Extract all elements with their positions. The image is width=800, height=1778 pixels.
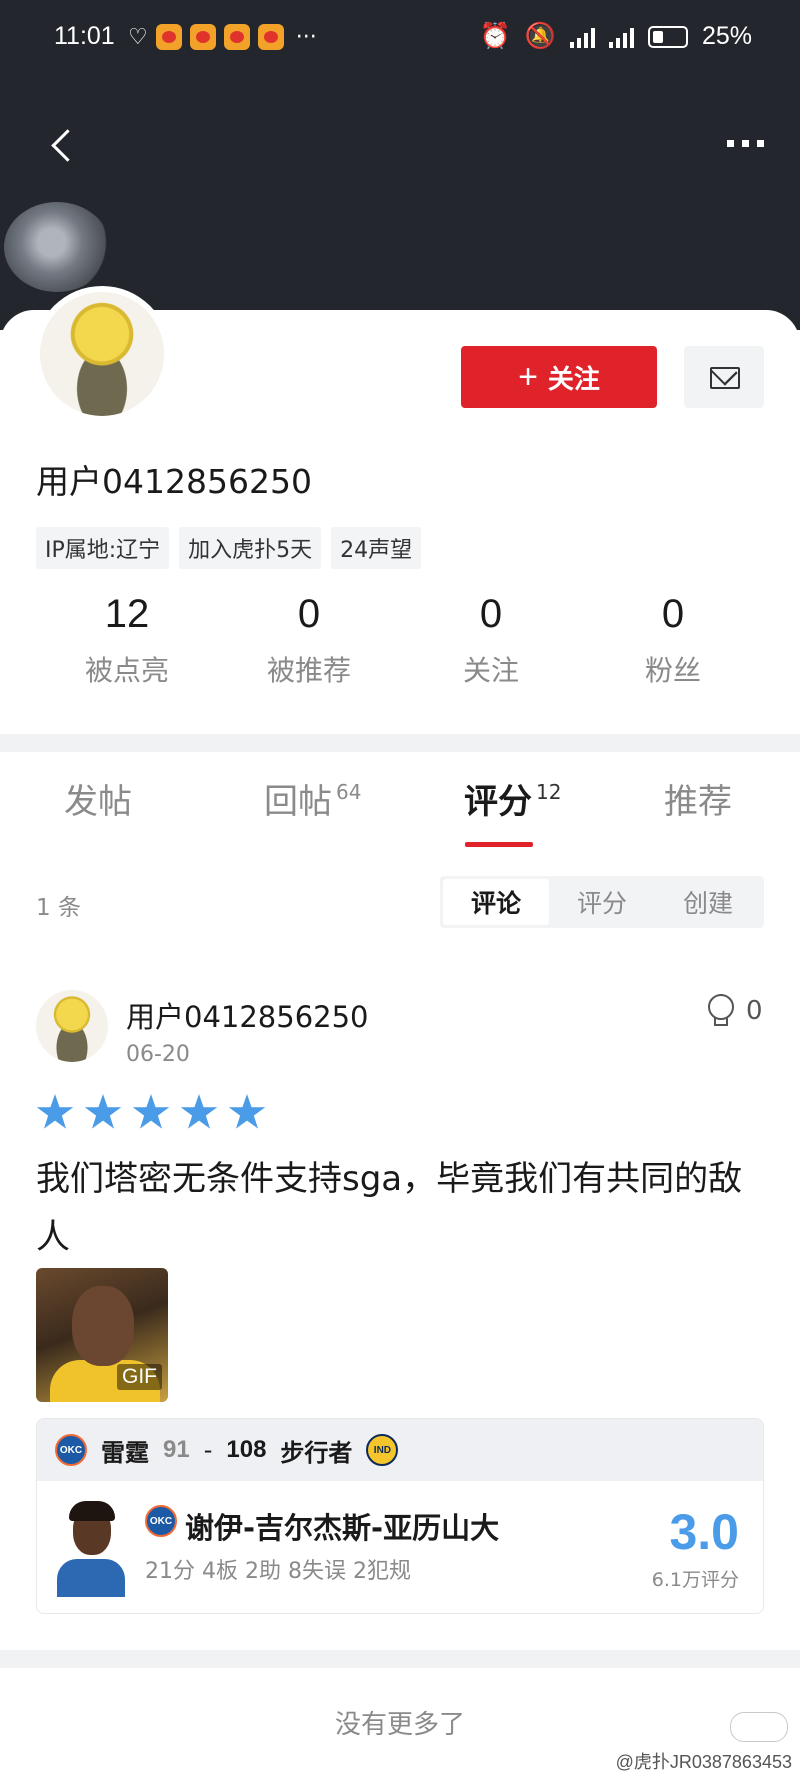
team-a-name: 雷霆 [101,1438,149,1467]
team-b-score: 108 [226,1436,267,1463]
end-of-list-text: 没有更多了 [334,1710,465,1740]
star-icon [180,1094,218,1129]
stat-value: 0 [479,592,503,636]
avatar[interactable] [34,286,170,422]
game-score-header: OKC 雷霆 91 - 108 步行者 IND [37,1419,763,1481]
heart-icon: ♡ [128,24,148,50]
stat-label: 被点亮 [84,654,169,687]
stat-recommended[interactable]: 0 被推荐 [218,592,400,689]
battery-level: 25% [701,22,752,50]
stat-lit[interactable]: 12 被点亮 [36,592,218,689]
tab-label: 评分 [464,782,532,822]
message-button[interactable] [684,346,764,408]
tab-label: 回帖 [264,782,332,822]
star-rating [36,1094,266,1132]
star-icon [36,1094,74,1129]
segment-comments[interactable]: 评论 [443,879,549,925]
player-photo-jersey [57,1559,125,1597]
content-tabs: 发帖 回帖 64 评分 12 推荐 [0,752,800,852]
join-days-tag: 加入虎扑5天 [179,527,322,569]
tab-replies[interactable]: 回帖 64 [264,774,361,823]
profile-tags: IP属地:辽宁 加入虎扑5天 24声望 [36,527,422,569]
follow-label: 关注 [547,363,600,394]
mute-icon: 🔕 [524,22,556,50]
stat-followers[interactable]: 0 粉丝 [582,592,764,689]
status-bar: 11:01 ♡ ··· ⏰ 🔕 25% [0,0,800,78]
watermark: @虎扑JR0387863453 [615,1752,792,1772]
gif-attachment[interactable]: GIF [36,1268,168,1402]
tab-label: 推荐 [664,782,732,822]
team-b-name: 步行者 [280,1438,353,1467]
status-time: 11:01 [54,22,115,50]
tab-ratings[interactable]: 评分 12 [464,774,561,823]
post-username[interactable]: 用户0412856250 [126,994,369,1036]
player-stat-line: 21分 4板 2助 8失误 2犯规 [145,1559,411,1584]
follow-button[interactable]: + 关注 [461,346,657,408]
post-avatar[interactable] [36,990,108,1062]
weibo-icon [223,24,250,50]
tab-recommend[interactable]: 推荐 [664,774,732,823]
ind-team-logo-icon: IND [366,1434,399,1466]
okc-team-logo-icon: OKC [145,1505,177,1537]
signal-icon [608,26,634,48]
plus-icon: + [518,358,538,396]
tab-count: 64 [336,780,362,804]
background-decoration [4,202,110,292]
result-count: 1 条 [36,895,81,921]
segment-created[interactable]: 创建 [655,879,761,925]
game-rating-card[interactable]: OKC 雷霆 91 - 108 步行者 IND OKC 谢伊-吉尔杰斯-亚历山大… [36,1418,764,1614]
segment-ratings[interactable]: 评分 [549,879,655,925]
star-icon [228,1094,266,1129]
section-divider [0,734,800,752]
score-separator: - [203,1436,213,1464]
notification-icons: ♡ ··· [128,24,317,50]
post-date: 06-20 [126,1042,190,1067]
profile-username: 用户0412856250 [36,462,312,501]
more-notifications-icon: ··· [295,24,317,50]
stat-value: 0 [297,592,321,636]
gif-badge: GIF [117,1364,162,1390]
stat-value: 12 [104,592,150,636]
section-divider [0,1650,800,1668]
weibo-icon [155,24,182,50]
stat-following[interactable]: 0 关注 [400,592,582,689]
player-name: 谢伊-吉尔杰斯-亚历山大 [185,1511,500,1545]
light-up-count: 0 [746,996,763,1026]
gif-image [72,1286,134,1366]
rating-count: 6.1万评分 [651,1569,739,1591]
tab-count: 12 [536,780,562,804]
signal-icon [569,26,595,48]
player-rating: 3.0 [669,1504,739,1560]
tab-label: 发帖 [64,782,132,822]
avatar-image [40,292,164,416]
stat-label: 粉丝 [644,654,701,687]
reputation-tag: 24声望 [331,527,422,569]
alarm-icon: ⏰ [479,22,511,50]
light-up-button[interactable]: 0 [706,994,763,1028]
system-icons: ⏰ 🔕 25% [480,22,752,51]
battery-icon [647,25,688,48]
more-options-button[interactable] [727,140,764,147]
okc-team-logo-icon: OKC [55,1434,87,1466]
back-button[interactable] [44,126,84,166]
profile-stats: 12 被点亮 0 被推荐 0 关注 0 粉丝 [36,592,764,689]
weibo-icon [257,24,284,50]
hupu-watermark-logo [730,1712,788,1742]
stat-label: 关注 [462,654,519,687]
stat-value: 0 [661,592,685,636]
star-icon [132,1094,170,1129]
stat-label: 被推荐 [266,654,351,687]
lightbulb-icon [706,994,734,1028]
team-a-score: 91 [163,1436,190,1463]
star-icon [84,1094,122,1129]
weibo-icon [189,24,216,50]
post-text: 我们塔密无条件支持sga，毕竟我们有共同的敌人 [36,1159,743,1257]
ip-location-tag: IP属地:辽宁 [36,527,170,569]
filter-segmented-control: 评论 评分 创建 [440,876,764,928]
active-tab-indicator [465,842,533,847]
player-photo-hair [69,1501,115,1521]
tab-posts[interactable]: 发帖 [64,774,132,823]
player-photo [55,1501,127,1597]
